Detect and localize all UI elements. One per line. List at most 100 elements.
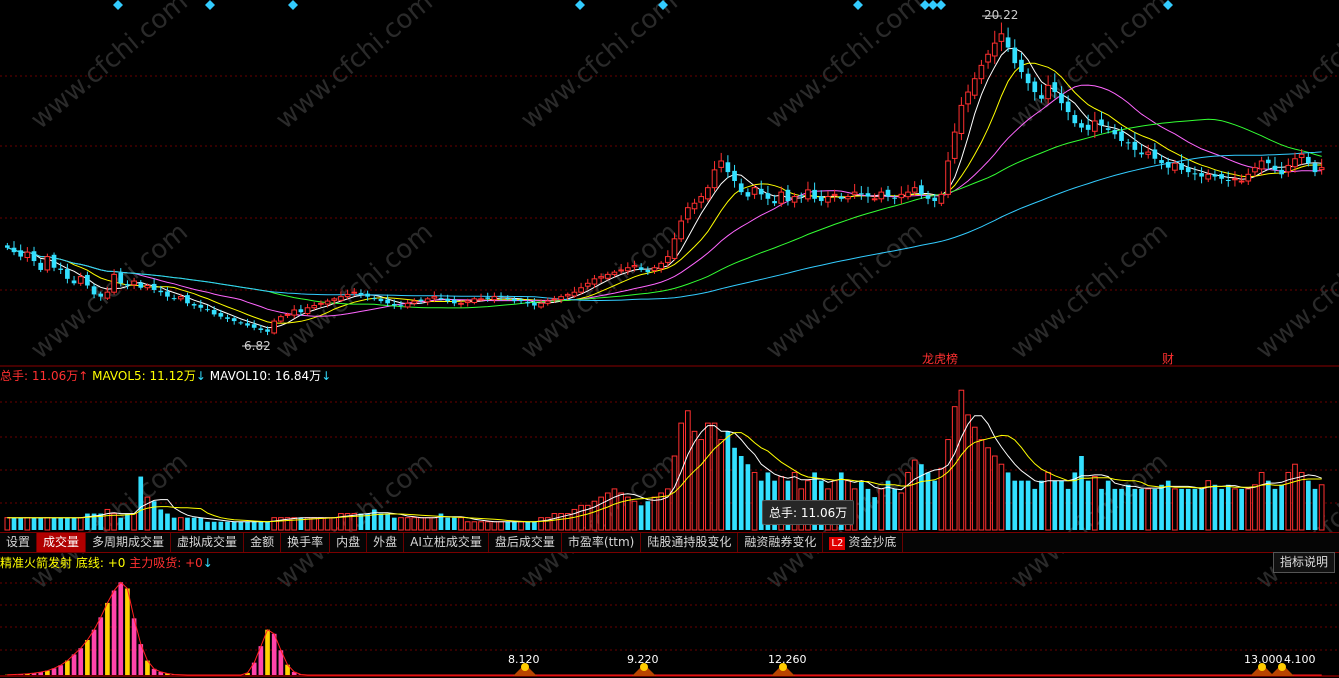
- tab-4[interactable]: 金额: [244, 533, 282, 552]
- candle-body: [838, 196, 844, 199]
- volume-bar: [1152, 488, 1158, 530]
- candle-body: [598, 276, 604, 279]
- marker-dragon-tiger[interactable]: 龙虎榜: [922, 350, 958, 367]
- candle-body: [1072, 115, 1078, 124]
- volume-bar: [631, 500, 638, 531]
- candle-body: [138, 282, 144, 288]
- candle-body: [1059, 93, 1064, 104]
- stock-chart-canvas[interactable]: www.cfchi.com www.cfchi.com www.cfchi.com w…: [0, 0, 1339, 678]
- tab-9[interactable]: 盘后成交量: [489, 533, 562, 552]
- volume-bar: [1225, 484, 1231, 530]
- candle-body: [1225, 179, 1231, 181]
- volume-bar: [24, 517, 31, 531]
- candle-body: [344, 293, 351, 298]
- ma10-line: [7, 62, 1322, 324]
- candle-body: [1091, 120, 1098, 132]
- candle-body: [919, 185, 924, 195]
- volume-bar: [1312, 488, 1318, 530]
- volume-bar: [411, 517, 418, 531]
- tab-2[interactable]: 多周期成交量: [86, 533, 172, 552]
- volume-bar: [111, 513, 117, 531]
- volume-bar: [1279, 484, 1284, 530]
- tab-3[interactable]: 虚拟成交量: [171, 533, 245, 552]
- volume-bar: [231, 521, 237, 530]
- candle-body: [44, 256, 51, 271]
- candle-body: [805, 189, 811, 200]
- tab-10[interactable]: 市盈率(ttm): [562, 533, 642, 552]
- volume-bar: [245, 521, 250, 530]
- candle-body: [998, 33, 1005, 42]
- up-arrow-icon: ↑: [78, 369, 89, 383]
- volume-bar: [18, 517, 24, 530]
- candle-body: [905, 191, 911, 198]
- candle-body: [431, 296, 438, 299]
- tab-13[interactable]: L2 资金抄底: [823, 533, 904, 552]
- bottom-value-label: 9.220: [627, 653, 659, 666]
- candle-body: [1139, 152, 1144, 155]
- candle-body: [718, 160, 725, 168]
- candle-body: [1025, 73, 1031, 84]
- volume-bar: [431, 517, 438, 531]
- watermark-text: www.cfchi.com: [1250, 0, 1339, 135]
- volume-bar: [932, 480, 938, 530]
- candle-body: [945, 160, 951, 195]
- candle-body: [911, 187, 918, 193]
- down-arrow-icon: ↓: [202, 556, 213, 570]
- signal-diamond: [113, 0, 123, 10]
- volume-bar: [125, 513, 130, 530]
- candle-body: [118, 272, 124, 284]
- candle-body: [485, 297, 491, 299]
- candle-body: [411, 300, 418, 304]
- tab-0[interactable]: 设置: [0, 533, 38, 552]
- candle-body: [544, 300, 551, 304]
- indicator-explain-button[interactable]: 指标说明: [1272, 552, 1335, 573]
- volume-bar: [638, 505, 644, 530]
- volume-bar: [118, 517, 124, 530]
- volume-bar: [1179, 488, 1184, 530]
- volume-bar: [1212, 484, 1218, 530]
- candle-body: [1192, 173, 1198, 175]
- volume-bar: [618, 492, 624, 531]
- volume-bar: [198, 517, 204, 530]
- volume-bar: [271, 517, 278, 531]
- volume-bar: [4, 517, 11, 531]
- volume-bar: [51, 517, 57, 530]
- tab-7[interactable]: 外盘: [367, 533, 405, 552]
- candle-body: [324, 300, 331, 305]
- candle-body: [925, 195, 931, 199]
- marker-finance[interactable]: 财: [1162, 350, 1174, 367]
- volume-bar: [424, 517, 431, 531]
- mavol10-value: MAVOL10: 16.84万: [209, 369, 322, 383]
- candle-body: [532, 302, 537, 306]
- tab-6[interactable]: 内盘: [330, 533, 368, 552]
- candle-body: [878, 191, 885, 200]
- candle-body: [1292, 158, 1298, 168]
- tab-label: 金额: [250, 535, 275, 549]
- volume-bar: [498, 521, 504, 531]
- candle-body: [564, 293, 571, 297]
- candle-body: [1205, 173, 1212, 180]
- volume-bar: [484, 521, 491, 531]
- candle-body: [638, 267, 644, 270]
- l2-badge: L2: [829, 537, 846, 550]
- tab-8[interactable]: AI立桩成交量: [404, 533, 489, 552]
- indicator-bar: [58, 665, 64, 675]
- candle-body: [478, 298, 484, 301]
- volume-bar: [945, 439, 951, 531]
- bottom-value-label: 12.260: [768, 653, 807, 666]
- price-high-label: 20.22: [984, 8, 1019, 22]
- candle-body: [1179, 163, 1184, 170]
- candle-body: [1065, 101, 1071, 113]
- tab-1[interactable]: 成交量: [37, 533, 87, 552]
- volume-bar: [698, 439, 705, 531]
- volume-bar: [1065, 488, 1071, 530]
- candle-body: [177, 296, 184, 300]
- volume-bar: [725, 431, 731, 530]
- tab-11[interactable]: 陆股通持股变化: [641, 533, 739, 552]
- ma5-line: [7, 47, 1322, 329]
- candle-body: [198, 304, 204, 308]
- tab-12[interactable]: 融资融券变化: [738, 533, 824, 552]
- candle-body: [1199, 173, 1204, 177]
- candle-body: [218, 313, 224, 317]
- tab-5[interactable]: 换手率: [281, 533, 331, 552]
